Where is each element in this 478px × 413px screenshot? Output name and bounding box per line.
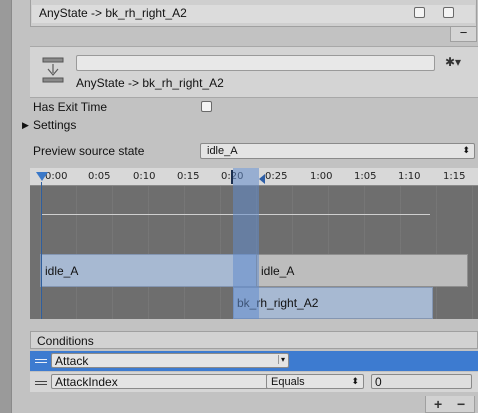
dropdown-arrow-icon: ⬍ (462, 145, 470, 155)
source-clip-repeat-bar[interactable]: idle_A (256, 254, 468, 287)
dropdown-arrow-icon: ⬍ (351, 376, 359, 386)
tick-label: 1:15 (443, 171, 466, 182)
source-clip-bar[interactable]: idle_A (40, 254, 258, 287)
condition-parameter-value: Attack (55, 354, 89, 368)
tick-label: 0:10 (133, 171, 156, 182)
tick-label: 1:05 (354, 171, 377, 182)
settings-foldout-label[interactable]: Settings (33, 118, 76, 132)
tick-label: 1:00 (310, 171, 333, 182)
condition-row[interactable]: AttackIndex ▾ Equals ⬍ 0 (30, 372, 478, 392)
condition-parameter-dropdown[interactable]: AttackIndex ▾ (51, 374, 289, 389)
tick-label: 0:00 (45, 171, 68, 182)
condition-mode-value: Equals (271, 376, 305, 388)
tick-label: 0:15 (177, 171, 200, 182)
condition-parameter-dropdown[interactable]: Attack ▾ (51, 353, 289, 368)
remove-transition-button[interactable]: − (450, 26, 477, 42)
condition-row[interactable]: Attack ▾ (30, 351, 478, 371)
gear-icon[interactable]: ✱▾ (445, 55, 461, 69)
preview-source-label: Preview source state (33, 144, 145, 158)
inspector-left-strip (0, 0, 12, 413)
condition-value-field[interactable]: 0 (371, 374, 472, 389)
source-clip-label: idle_A (45, 264, 79, 278)
condition-mode-dropdown[interactable]: Equals ⬍ (266, 374, 364, 389)
drag-handle-icon[interactable] (35, 359, 47, 363)
transition-title: AnyState -> bk_rh_right_A2 (76, 76, 224, 90)
conditions-title: Conditions (37, 334, 94, 348)
transition-item-label: AnyState -> bk_rh_right_A2 (39, 6, 187, 20)
dropdown-arrow-icon: ▾ (277, 355, 285, 364)
transition-start-handle[interactable] (231, 170, 233, 184)
drag-handle-icon[interactable] (35, 381, 47, 385)
settings-foldout-arrow-icon[interactable]: ▶ (22, 120, 29, 131)
transition-icon (42, 57, 64, 83)
tick-label: 0:25 (265, 171, 288, 182)
has-exit-time-label: Has Exit Time (33, 100, 108, 114)
destination-clip-bar[interactable]: bk_rh_right_A2 (233, 287, 433, 319)
remove-condition-button[interactable]: − (457, 396, 465, 412)
transition-blend-region[interactable] (233, 168, 259, 319)
tick-label: 1:10 (398, 171, 421, 182)
preview-source-value: idle_A (207, 145, 238, 157)
conditions-header: Conditions (30, 331, 478, 349)
transition-mute-checkbox[interactable] (414, 7, 425, 18)
transition-solo-checkbox[interactable] (443, 7, 454, 18)
condition-parameter-value: AttackIndex (55, 375, 118, 389)
transition-end-handle-icon[interactable] (259, 174, 265, 184)
transition-header (30, 46, 478, 98)
playhead-line (41, 182, 42, 319)
conditions-footer: + − (425, 396, 475, 413)
has-exit-time-checkbox[interactable] (201, 101, 212, 112)
source-clip-repeat-label: idle_A (261, 264, 295, 278)
tick-label: 0:05 (88, 171, 111, 182)
playhead-marker-icon[interactable] (36, 172, 48, 181)
preview-source-dropdown[interactable]: idle_A ⬍ (200, 143, 475, 159)
add-condition-button[interactable]: + (434, 396, 442, 412)
transition-name-field[interactable] (76, 55, 435, 71)
condition-value: 0 (375, 375, 382, 389)
